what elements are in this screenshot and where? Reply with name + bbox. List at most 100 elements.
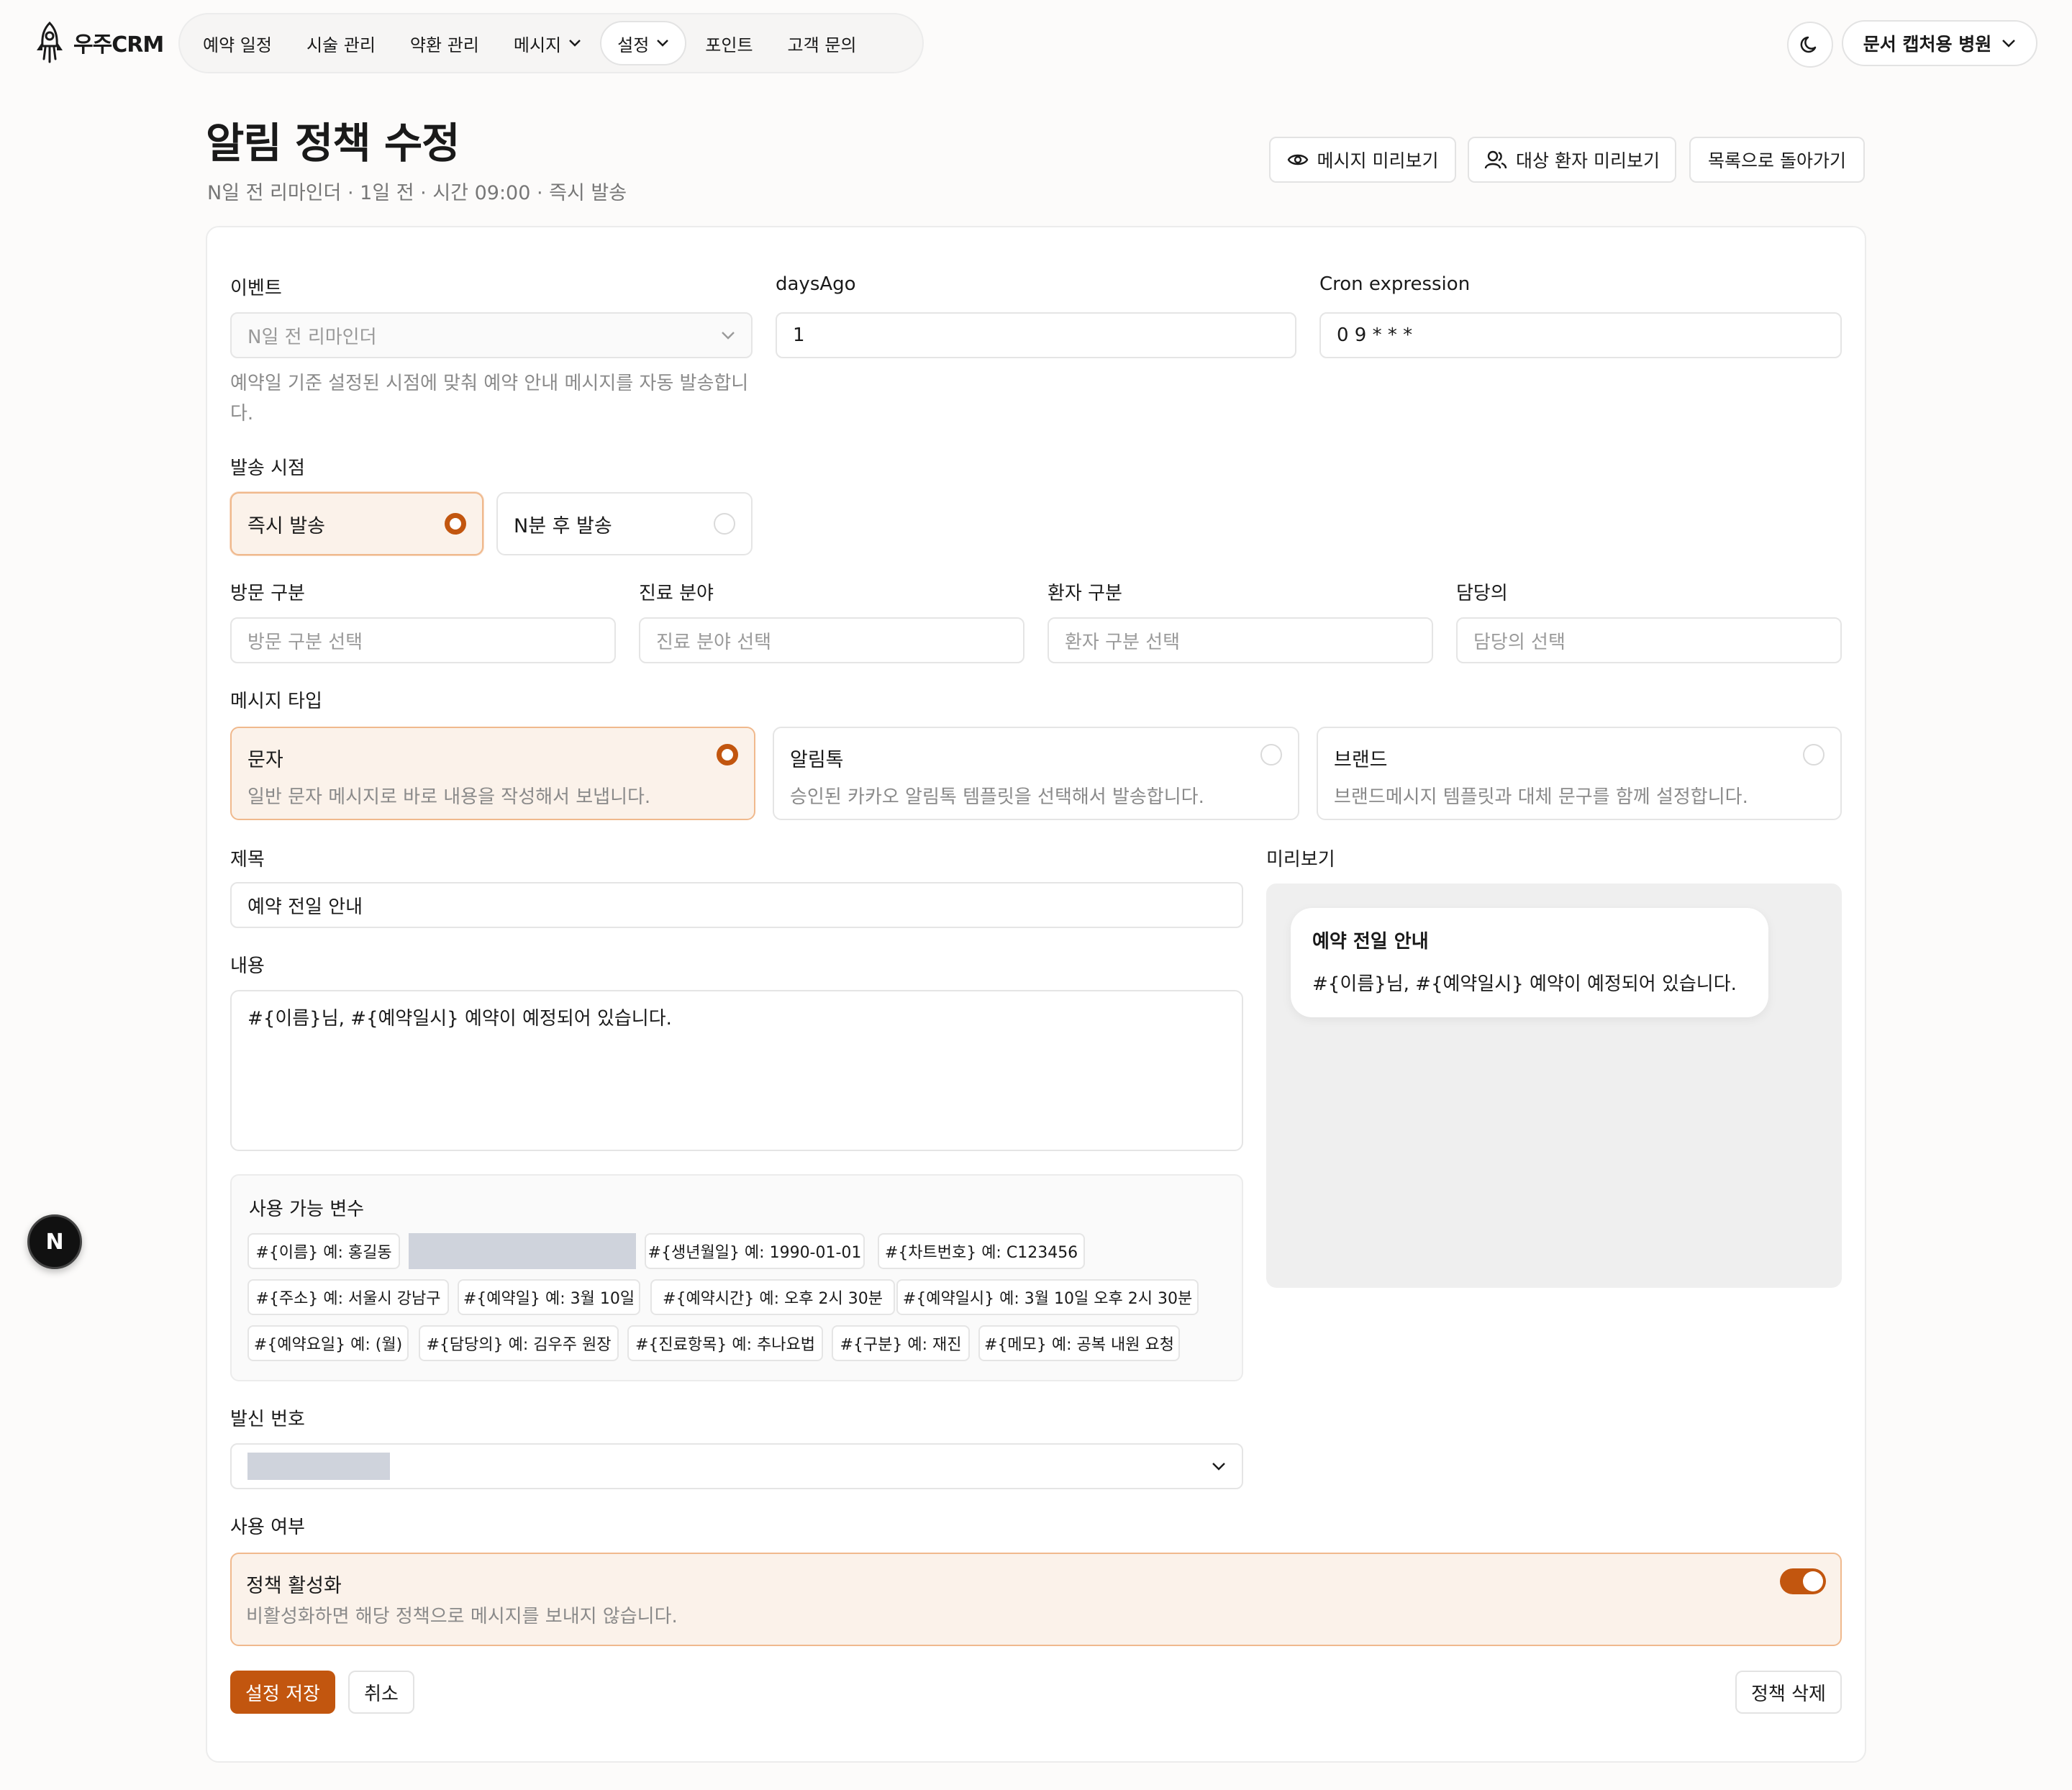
preview-label: 미리보기 xyxy=(1266,849,1335,871)
nav-label: 메시지 xyxy=(513,35,562,55)
back-to-list-button[interactable]: 목록으로 돌아가기 xyxy=(1689,137,1865,183)
filter-doctor-label: 담당의 xyxy=(1456,583,1508,604)
variable-chip[interactable]: #{차트번호} 예: C123456 xyxy=(878,1233,1085,1269)
event-select[interactable]: N일 전 리마인더 xyxy=(230,312,753,358)
toggle-knob xyxy=(1803,1571,1823,1591)
bubble-title: 예약 전일 안내 xyxy=(1312,931,1429,953)
option-label: N분 후 발송 xyxy=(514,514,612,537)
option-label: 즉시 발송 xyxy=(247,514,325,537)
preview-message-button[interactable]: 메시지 미리보기 xyxy=(1269,137,1456,183)
subject-input[interactable]: 예약 전일 안내 xyxy=(230,882,1243,928)
dev-tools-badge[interactable]: N xyxy=(27,1214,82,1269)
radio-selected xyxy=(717,744,738,765)
filter-visit-select[interactable]: 방문 구분 선택 xyxy=(230,617,616,663)
days-ago-value: 1 xyxy=(793,324,805,346)
button-label: 설정 저장 xyxy=(245,1683,320,1705)
message-type-sms[interactable]: 문자 일반 문자 메시지로 바로 내용을 작성해서 보냅니다. xyxy=(230,727,755,820)
delete-policy-button[interactable]: 정책 삭제 xyxy=(1735,1671,1842,1714)
subject-value: 예약 전일 안내 xyxy=(247,896,363,918)
variable-chip[interactable]: #{메모} 예: 공복 내원 요청 xyxy=(978,1325,1180,1361)
content-value: #{이름}님, #{예약일시} 예약이 예정되어 있습니다. xyxy=(247,1008,672,1030)
button-label: 취소 xyxy=(364,1683,399,1705)
chevron-down-icon xyxy=(1212,1462,1225,1471)
org-switcher[interactable]: 문서 캡처용 병원 xyxy=(1842,20,2037,66)
nav-label: 고객 문의 xyxy=(787,35,857,55)
save-button[interactable]: 설정 저장 xyxy=(230,1671,335,1714)
placeholder: 진료 분야 선택 xyxy=(656,631,772,653)
variable-chip[interactable]: #{생년월일} 예: 1990-01-01 xyxy=(645,1233,865,1269)
variable-chip[interactable]: #{이름} 예: 홍길동 xyxy=(247,1233,400,1269)
chevron-down-icon xyxy=(657,40,669,47)
variable-chip[interactable]: #{주소} 예: 서울시 강남구 xyxy=(247,1279,449,1315)
chip-label: #{생년월일} 예: 1990-01-01 xyxy=(648,1244,862,1262)
sender-select[interactable] xyxy=(230,1443,1243,1489)
radio-unselected xyxy=(714,513,735,535)
redacted-sender-number xyxy=(247,1453,390,1480)
days-ago-input[interactable]: 1 xyxy=(776,312,1296,358)
send-timing-immediate[interactable]: 즉시 발송 xyxy=(230,492,483,555)
variable-chip[interactable]: #{구분} 예: 재진 xyxy=(832,1325,970,1361)
button-label: 정책 삭제 xyxy=(1751,1683,1826,1705)
variable-chip[interactable]: #{예약일} 예: 3월 10일 xyxy=(458,1279,640,1315)
redacted-chip xyxy=(409,1233,636,1269)
content-textarea[interactable]: #{이름}님, #{예약일시} 예약이 예정되어 있습니다. xyxy=(230,990,1243,1151)
rocket-icon xyxy=(37,22,63,63)
chevron-down-icon xyxy=(569,40,581,47)
filter-patient-select[interactable]: 환자 구분 선택 xyxy=(1048,617,1433,663)
page-title: 알림 정책 수정 xyxy=(206,119,460,168)
event-help-line: 예약일 기준 설정된 시점에 맞춰 예약 안내 메시지를 자동 발송합니 xyxy=(230,373,749,394)
nav-item-messages[interactable]: 메시지 xyxy=(498,21,597,65)
badge-label: N xyxy=(45,1229,64,1255)
filter-doctor-select[interactable]: 담당의 선택 xyxy=(1456,617,1842,663)
filter-department-select[interactable]: 진료 분야 선택 xyxy=(639,617,1024,663)
chip-label: #{메모} 예: 공복 내원 요청 xyxy=(984,1336,1174,1354)
theme-toggle-button[interactable] xyxy=(1787,22,1833,68)
nav-item-pill-management[interactable]: 약환 관리 xyxy=(394,21,495,65)
option-title: 브랜드 xyxy=(1334,749,1388,771)
policy-active-title: 정책 활성화 xyxy=(246,1575,342,1597)
nav-item-points[interactable]: 포인트 xyxy=(689,21,768,65)
message-type-alimtalk[interactable]: 알림톡 승인된 카카오 알림톡 템플릿을 선택해서 발송합니다. xyxy=(773,727,1299,820)
variables-label: 사용 가능 변수 xyxy=(249,1199,365,1220)
button-label: 목록으로 돌아가기 xyxy=(1708,150,1846,171)
variable-chip[interactable]: #{진료항목} 예: 추나요법 xyxy=(627,1325,823,1361)
radio-unselected xyxy=(1803,744,1825,765)
send-timing-delayed[interactable]: N분 후 발송 xyxy=(496,492,753,555)
radio-unselected xyxy=(1260,744,1282,765)
event-help-line: 다. xyxy=(230,403,254,424)
policy-active-desc: 비활성화하면 해당 정책으로 메시지를 보내지 않습니다. xyxy=(246,1606,678,1627)
cron-input[interactable]: 0 9 * * * xyxy=(1319,312,1842,358)
variable-chip[interactable]: #{예약시간} 예: 오후 2시 30분 xyxy=(650,1279,895,1315)
nav-item-settings[interactable]: 설정 xyxy=(600,21,687,65)
chip-label: #{예약일시} 예: 3월 10일 오후 2시 30분 xyxy=(902,1290,1193,1308)
nav-item-treatments[interactable]: 시술 관리 xyxy=(291,21,391,65)
policy-active-toggle[interactable] xyxy=(1780,1568,1826,1594)
filter-visit-label: 방문 구분 xyxy=(230,583,305,604)
cancel-button[interactable]: 취소 xyxy=(348,1671,414,1714)
variable-chip[interactable]: #{예약일시} 예: 3월 10일 오후 2시 30분 xyxy=(896,1279,1199,1315)
placeholder: 방문 구분 선택 xyxy=(247,631,363,653)
variable-chip[interactable]: #{예약요일} 예: (월) xyxy=(247,1325,409,1361)
option-desc: 승인된 카카오 알림톡 템플릿을 선택해서 발송합니다. xyxy=(790,786,1204,808)
send-timing-label: 발송 시점 xyxy=(230,458,305,479)
message-type-brand[interactable]: 브랜드 브랜드메시지 템플릿과 대체 문구를 함께 설정합니다. xyxy=(1317,727,1842,820)
chevron-down-icon xyxy=(722,331,735,340)
event-help: 예약일 기준 설정된 시점에 맞춰 예약 안내 메시지를 자동 발송합니 다. xyxy=(230,368,763,429)
brand-logo[interactable]: 우주CRM xyxy=(33,20,164,65)
policy-active-panel xyxy=(230,1553,1842,1646)
brand-name: 우주CRM xyxy=(73,32,164,58)
variable-chip[interactable]: #{담당의} 예: 김우주 원장 xyxy=(419,1325,619,1361)
days-ago-label: daysAgo xyxy=(776,273,856,295)
users-icon xyxy=(1484,150,1507,169)
nav-item-inquiries[interactable]: 고객 문의 xyxy=(772,21,873,65)
content-label: 내용 xyxy=(230,955,265,977)
placeholder: 담당의 선택 xyxy=(1473,631,1566,653)
bubble-body: #{이름}님, #{예약일시} 예약이 예정되어 있습니다. xyxy=(1312,973,1737,995)
moon-icon xyxy=(1800,36,1817,53)
preview-patients-button[interactable]: 대상 환자 미리보기 xyxy=(1468,137,1676,183)
nav-label: 설정 xyxy=(617,35,650,55)
nav-label: 시술 관리 xyxy=(306,35,376,55)
org-name: 문서 캡처용 병원 xyxy=(1863,34,1992,55)
nav-item-reservations[interactable]: 예약 일정 xyxy=(187,21,288,65)
cron-value: 0 9 * * * xyxy=(1337,324,1413,346)
